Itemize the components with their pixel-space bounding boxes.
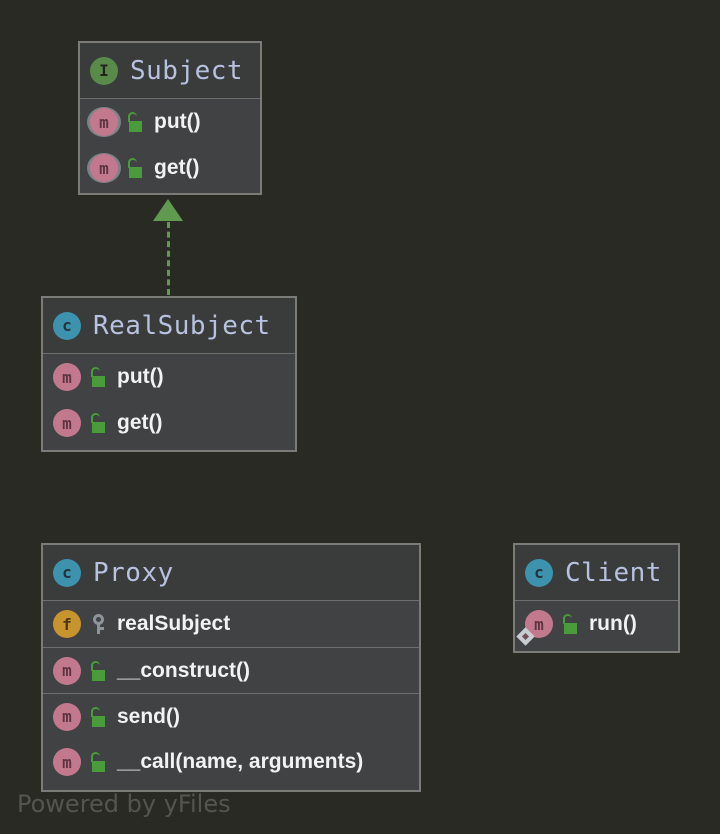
method-badge-icon: m — [53, 748, 81, 776]
method-badge-icon: m — [516, 610, 553, 646]
uml-node-members: m put() m get() — [43, 354, 295, 446]
public-unlocked-padlock-icon — [562, 613, 580, 635]
uml-node-subject[interactable]: I Subject m put() m get() — [78, 41, 262, 195]
private-key-icon — [90, 613, 108, 635]
diagram-canvas: I Subject m put() m get() c RealSubject … — [0, 0, 720, 834]
uml-node-header: I Subject — [80, 43, 260, 99]
method-badge-icon: m — [53, 363, 81, 391]
uml-node-proxy[interactable]: c Proxy f realSubject m __construct() m … — [41, 543, 421, 792]
uml-node-title: Client — [565, 557, 662, 588]
uml-member-row[interactable]: f realSubject — [43, 601, 419, 647]
public-unlocked-padlock-icon — [90, 751, 108, 773]
public-unlocked-padlock-icon — [127, 111, 145, 133]
uml-member-row[interactable]: m run() — [515, 601, 678, 647]
uml-member-row[interactable]: m get() — [43, 400, 295, 446]
class-badge-icon: c — [53, 311, 81, 340]
yfiles-watermark: Powered by yFiles — [17, 790, 231, 818]
public-unlocked-padlock-icon — [90, 412, 108, 434]
uml-member-row[interactable]: m __call(name, arguments) — [43, 739, 419, 785]
method-badge-icon: m — [53, 656, 81, 685]
uml-member-label: realSubject — [117, 612, 231, 635]
uml-member-label: send() — [117, 704, 180, 728]
uml-node-header: c Client — [515, 545, 678, 601]
uml-node-members: m run() — [515, 601, 678, 647]
method-badge-icon: m — [53, 409, 81, 437]
public-unlocked-padlock-icon — [90, 660, 108, 682]
uml-node-members: m put() m get() — [80, 99, 260, 191]
public-unlocked-padlock-icon — [90, 706, 108, 728]
uml-node-client[interactable]: c Client m run() — [513, 543, 680, 653]
public-unlocked-padlock-icon — [127, 157, 145, 179]
class-badge-icon: c — [525, 558, 553, 587]
uml-member-label: run() — [589, 612, 637, 635]
uml-member-row[interactable]: m get() — [80, 145, 260, 191]
uml-member-label: put() — [117, 365, 164, 388]
uml-member-label: put() — [154, 110, 201, 133]
edge-line — [167, 222, 170, 295]
uml-member-row[interactable]: m send() — [43, 693, 419, 739]
uml-node-realsubject[interactable]: c RealSubject m put() m get() — [41, 296, 297, 452]
method-badge-icon: m — [87, 153, 121, 183]
uml-member-row[interactable]: m put() — [43, 354, 295, 400]
uml-node-title: RealSubject — [93, 310, 271, 341]
edge-arrowhead-triangle — [153, 199, 183, 221]
uml-member-label: get() — [154, 156, 200, 179]
class-badge-icon: c — [53, 558, 81, 587]
uml-member-label: __construct() — [117, 658, 251, 682]
public-unlocked-padlock-icon — [90, 366, 108, 388]
uml-member-row[interactable]: m put() — [80, 99, 260, 145]
interface-badge-icon: I — [90, 56, 118, 85]
uml-member-label: get() — [117, 411, 163, 434]
uml-member-label: __call(name, arguments) — [117, 750, 364, 773]
field-badge-icon: f — [53, 610, 81, 638]
method-badge-icon: m — [87, 107, 121, 137]
uml-node-title: Proxy — [93, 557, 174, 588]
uml-member-row[interactable]: m __construct() — [43, 647, 419, 693]
uml-node-header: c RealSubject — [43, 298, 295, 354]
uml-node-title: Subject — [130, 55, 244, 86]
uml-node-header: c Proxy — [43, 545, 419, 601]
uml-node-members: f realSubject m __construct() m send() m… — [43, 601, 419, 785]
method-badge-icon: m — [53, 702, 81, 731]
